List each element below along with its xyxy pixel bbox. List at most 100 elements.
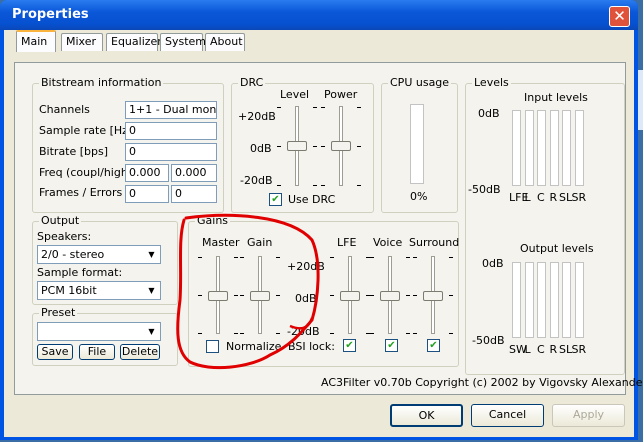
slider-thumb[interactable] (340, 291, 360, 301)
slider-thumb[interactable] (250, 291, 270, 301)
speakers-select[interactable]: 2/0 - stereo ▼ (37, 245, 161, 264)
output-bottom-label: -50dB (472, 334, 505, 347)
slider-tick (276, 295, 280, 296)
slider-thumb[interactable] (423, 291, 443, 301)
gain-slider[interactable] (247, 256, 273, 334)
level-meter (549, 262, 559, 338)
channels-label: Channels (39, 103, 90, 116)
frames-field: 0 (125, 185, 169, 203)
gains-group-label: Gains (195, 214, 231, 227)
gains-tick-label: 0dB (295, 292, 317, 305)
slider-thumb[interactable] (287, 141, 307, 151)
slider-tick (321, 107, 325, 108)
chevron-down-icon[interactable]: ▼ (144, 283, 159, 298)
drc-power-slider[interactable] (328, 106, 354, 186)
lfe-slider[interactable] (337, 256, 363, 334)
chevron-down-icon[interactable]: ▼ (144, 247, 159, 262)
ok-button[interactable]: OK (390, 404, 463, 427)
slider-thumb[interactable] (208, 291, 228, 301)
output-group-label: Output (39, 214, 82, 227)
tab-mixer[interactable]: Mixer (61, 33, 103, 51)
ok-label: OK (418, 409, 435, 422)
slider-thumb[interactable] (331, 141, 351, 151)
surround-slider[interactable] (420, 256, 446, 334)
slider-tick (234, 333, 238, 334)
slider-tick (406, 333, 410, 334)
slider-tick (313, 146, 317, 147)
frames-errors-label: Frames / Errors (39, 186, 123, 199)
drc-group-label: DRC (238, 76, 266, 89)
slider-tick (277, 107, 281, 108)
close-button[interactable]: ✕ (609, 6, 630, 27)
level-channel-label: C (537, 191, 545, 204)
channels-field: 1+1 - Dual mono (125, 101, 217, 119)
preset-select[interactable]: ▼ (37, 322, 161, 341)
level-channel-label: SR (571, 343, 587, 356)
voice-slider[interactable] (377, 256, 403, 334)
preset-group-label: Preset (39, 306, 78, 319)
lfe-label: LFE (337, 236, 357, 249)
slider-tick (330, 295, 334, 296)
normalize-checkbox[interactable] (206, 340, 219, 353)
drc-tick-label: +20dB (238, 110, 276, 123)
voice-label: Voice (373, 236, 403, 249)
preset-save-button[interactable]: Save (37, 344, 73, 360)
preset-file-button[interactable]: File (79, 344, 115, 360)
sample-format-label: Sample format: (37, 266, 123, 279)
bitstream-group: Bitstream information Channels 1+1 - Dua… (32, 76, 224, 213)
use-drc-checkbox[interactable]: ✔ (269, 193, 282, 206)
tab-main[interactable]: Main (16, 30, 56, 52)
preset-delete-button[interactable]: Delete (120, 344, 160, 360)
slider-tick (234, 295, 238, 296)
bsi-lock-lfe-checkbox[interactable]: ✔ (343, 339, 356, 352)
slider-thumb[interactable] (380, 291, 400, 301)
level-meter (574, 110, 584, 186)
tab-system[interactable]: System (160, 33, 206, 51)
cancel-button[interactable]: Cancel (471, 404, 544, 427)
chevron-down-icon[interactable]: ▼ (144, 324, 159, 339)
slider-tick (406, 295, 410, 296)
slider-tick (240, 295, 244, 296)
level-channel-label: L (524, 343, 531, 356)
tab-about[interactable]: About (205, 33, 245, 51)
copyright-text: AC3Filter v0.70b Copyright (c) 2002 by V… (321, 376, 643, 389)
sample-rate-field: 0 (125, 122, 217, 140)
cpu-usage-meter (410, 104, 424, 184)
tab-equalizer[interactable]: Equalizer (106, 33, 162, 51)
speakers-label: Speakers: (37, 230, 92, 243)
level-meter (537, 110, 546, 186)
level-meter (512, 110, 521, 186)
sample-format-value: PCM 16bit (41, 284, 97, 297)
levels-group: Levels Input levels 0dB -50dB Output lev… (465, 76, 625, 375)
bitrate-field: 0 (125, 143, 217, 161)
title-bar[interactable]: Properties ✕ (0, 0, 638, 30)
level-channel-label: SL (559, 191, 573, 204)
level-meter (562, 262, 571, 338)
master-label: Master (202, 236, 240, 249)
dialog-client: Main Mixer Equalizer System About Bitstr… (4, 30, 643, 437)
bsi-lock-voice-checkbox[interactable]: ✔ (385, 339, 398, 352)
level-channel-label: R (549, 191, 558, 204)
slider-tick (449, 295, 453, 296)
errors-field: 0 (171, 185, 217, 203)
slider-tick (357, 146, 361, 147)
close-icon: ✕ (613, 7, 626, 25)
gain-label: Gain (247, 236, 273, 249)
sample-format-select[interactable]: PCM 16bit ▼ (37, 281, 161, 300)
freq-coupl-field: 0.000 (125, 164, 169, 182)
slider-tick (370, 257, 374, 258)
sample-rate-label: Sample rate [Hz] (39, 124, 133, 137)
cpu-usage-value: 0% (410, 190, 428, 203)
level-channel-label: R (549, 343, 558, 356)
freq-high-field: 0.000 (171, 164, 217, 182)
input-bottom-label: -50dB (468, 183, 501, 196)
tab-label: About (210, 35, 243, 48)
freq-label: Freq (coupl/high) (39, 166, 133, 179)
slider-tick (240, 333, 244, 334)
master-slider[interactable] (205, 256, 231, 334)
surround-label: Surround (409, 236, 460, 249)
apply-button[interactable]: Apply (552, 404, 625, 427)
bsi-lock-surround-checkbox[interactable]: ✔ (427, 339, 440, 352)
drc-level-slider[interactable] (284, 106, 310, 186)
drc-group: DRC Level Power +20dB 0dB -20dB ✔ Use DR… (231, 76, 374, 213)
